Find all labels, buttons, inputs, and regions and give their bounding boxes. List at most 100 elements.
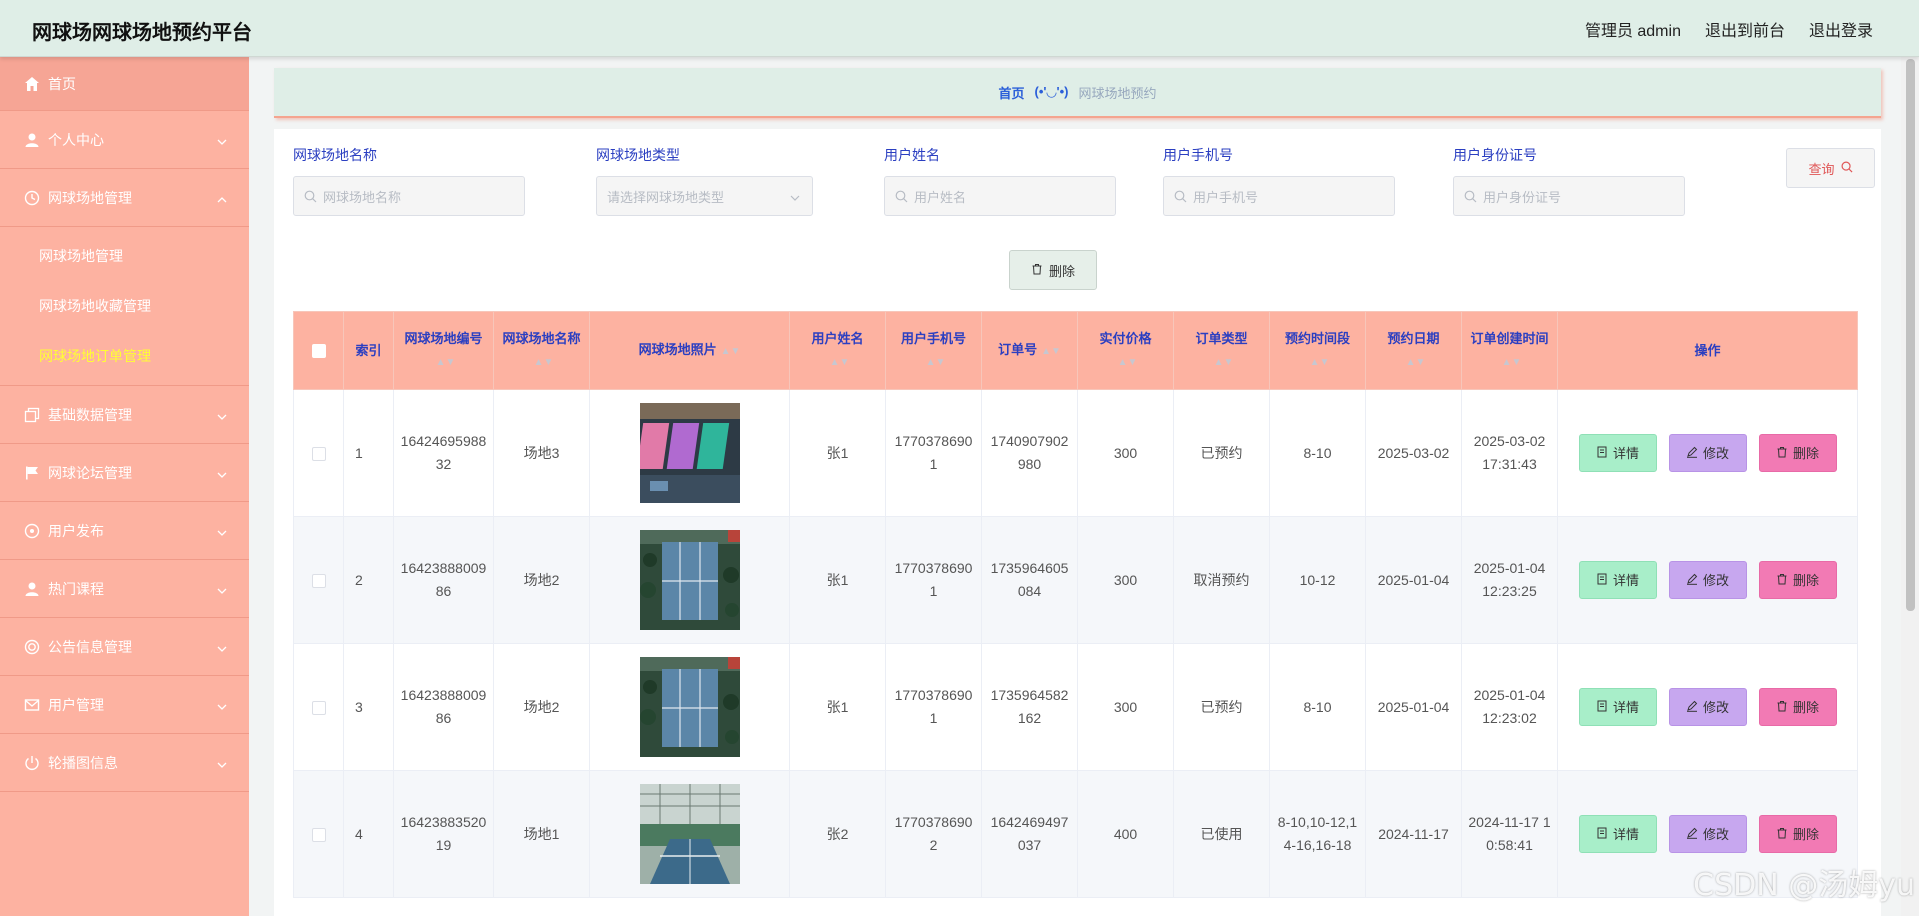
delete-button[interactable]: 删除 (1758, 815, 1837, 853)
scrollbar-thumb[interactable] (1906, 59, 1915, 611)
edit-button[interactable]: 修改 (1668, 688, 1747, 726)
sidebar-item-forum[interactable]: 网球论坛管理 (0, 444, 249, 502)
row-actions: 详情 修改 删除 (1564, 688, 1851, 726)
col-created[interactable]: 订单创建时间▲▼ (1461, 311, 1558, 390)
sidebar-subitem-orders[interactable]: 网球场地订单管理 (0, 331, 249, 381)
sort-icon[interactable]: ▲▼ (534, 352, 554, 374)
cell-order-no: 1740907902980 (981, 389, 1078, 517)
sort-icon[interactable]: ▲▼ (1310, 352, 1330, 374)
cell-court-no: 1642388800986 (393, 516, 494, 644)
cell-time-slot: 8-10 (1269, 389, 1366, 517)
row-checkbox[interactable] (311, 700, 326, 715)
logout-link[interactable]: 退出登录 (1809, 17, 1873, 41)
sort-icon[interactable]: ▲▼ (1041, 341, 1061, 363)
batch-delete-button[interactable]: 删除 (1009, 250, 1097, 290)
court-photo[interactable] (639, 784, 740, 884)
delete-button[interactable]: 删除 (1758, 561, 1837, 599)
query-button[interactable]: 查询 (1786, 148, 1875, 188)
detail-button[interactable]: 详情 (1578, 434, 1657, 472)
back-to-front-link[interactable]: 退出到前台 (1705, 17, 1785, 41)
cell-ops: 详情 修改 删除 (1557, 516, 1858, 644)
sidebar-item-label: 基础数据管理 (48, 406, 132, 423)
cell-court-no: 1642469598832 (393, 389, 494, 517)
sort-icon[interactable]: ▲▼ (721, 341, 741, 363)
col-user-phone[interactable]: 用户手机号 ▲▼ (885, 311, 982, 390)
sidebar-item-personal[interactable]: 个人中心 (0, 111, 249, 169)
cell-order-type: 已预约 (1173, 643, 1270, 771)
sort-icon[interactable]: ▲▼ (1118, 352, 1138, 374)
cell-photo (589, 643, 790, 771)
user-name-input[interactable]: 用户姓名 (884, 176, 1116, 216)
sidebar-item-carousel[interactable]: 轮播图信息 (0, 734, 249, 792)
page-scrollbar[interactable] (1901, 57, 1919, 916)
edit-button[interactable]: 修改 (1668, 815, 1747, 853)
delete-button[interactable]: 删除 (1758, 688, 1837, 726)
sidebar-item-home[interactable]: 首页 (0, 57, 249, 111)
cell-created: 2024-11-17 10:58:41 (1461, 770, 1558, 898)
delete-button[interactable]: 删除 (1758, 434, 1837, 472)
header-links: 管理员 admin 退出到前台 退出登录 (1585, 17, 1873, 41)
select-all-checkbox[interactable] (311, 344, 326, 359)
sidebar-item-court-mgmt[interactable]: 网球场地管理 (0, 169, 249, 227)
main-content: 首页 (•'◡'•) 网球场地预约 网球场地名称 网球场地名称 网球场地类型 请… (249, 57, 1901, 916)
user-id-input[interactable]: 用户身份证号 (1453, 176, 1685, 216)
sort-icon[interactable]: ▲▼ (1406, 352, 1426, 374)
edit-button[interactable]: 修改 (1668, 561, 1747, 599)
row-actions: 详情 修改 删除 (1564, 561, 1851, 599)
row-checkbox[interactable] (311, 827, 326, 842)
edit-button[interactable]: 修改 (1668, 434, 1747, 472)
sidebar-item-user-mgmt[interactable]: 用户管理 (0, 676, 249, 734)
sidebar-item-label: 公告信息管理 (48, 638, 132, 655)
sort-icon[interactable]: ▲▼ (926, 352, 946, 374)
user-phone-input[interactable]: 用户手机号 (1163, 176, 1395, 216)
court-name-input[interactable]: 网球场地名称 (293, 176, 525, 216)
breadcrumb-home[interactable]: 首页 (999, 83, 1025, 102)
mail-icon (24, 697, 40, 713)
sort-icon[interactable]: ▲▼ (830, 352, 850, 374)
detail-button[interactable]: 详情 (1578, 561, 1657, 599)
sort-icon[interactable]: ▲▼ (1214, 352, 1234, 374)
sidebar-subitem-favorites[interactable]: 网球场地收藏管理 (0, 281, 249, 331)
detail-button[interactable]: 详情 (1578, 815, 1657, 853)
flag-icon (24, 465, 40, 481)
cell-order-type: 已预约 (1173, 389, 1270, 517)
col-court-name[interactable]: 网球场地名称▲▼ (493, 311, 590, 390)
sort-icon[interactable]: ▲▼ (1502, 352, 1522, 374)
col-date[interactable]: 预约日期 ▲▼ (1365, 311, 1462, 390)
cell-date: 2025-01-04 (1365, 643, 1462, 771)
sidebar-item-user-post[interactable]: 用户发布 (0, 502, 249, 560)
col-user-name[interactable]: 用户姓名 ▲▼ (789, 311, 886, 390)
sidebar-subitem-court[interactable]: 网球场地管理 (0, 231, 249, 281)
input-placeholder: 用户姓名 (914, 189, 967, 205)
chevron-down-icon (217, 409, 227, 420)
court-type-select[interactable]: 请选择网球场地类型 (596, 176, 813, 216)
cell-user-phone: 17703786901 (885, 643, 982, 771)
col-time-slot[interactable]: 预约时间段 ▲▼ (1269, 311, 1366, 390)
court-photo[interactable] (639, 657, 740, 757)
breadcrumb: 首页 (•'◡'•) 网球场地预约 (274, 68, 1881, 118)
col-price[interactable]: 实付价格 ▲▼ (1077, 311, 1174, 390)
row-checkbox[interactable] (311, 573, 326, 588)
sidebar-item-label: 个人中心 (48, 131, 104, 148)
col-photo[interactable]: 网球场地照片 ▲▼ (589, 311, 790, 390)
court-photo[interactable] (639, 403, 740, 503)
court-photo[interactable] (639, 530, 740, 630)
sidebar: 首页 个人中心 网球场地管理 网球场地管理 网球场地收藏管理 网球场地订单管理 … (0, 57, 249, 916)
chevron-down-icon (217, 641, 227, 652)
col-order-type[interactable]: 订单类型 ▲▼ (1173, 311, 1270, 390)
sidebar-item-courses[interactable]: 热门课程 (0, 560, 249, 618)
detail-label: 详情 (1612, 445, 1639, 461)
filter-label: 网球场地名称 (293, 147, 377, 163)
sidebar-item-basic-data[interactable]: 基础数据管理 (0, 386, 249, 444)
chevron-up-icon (217, 192, 227, 202)
row-checkbox[interactable] (311, 446, 326, 461)
cell-photo (589, 389, 790, 517)
detail-button[interactable]: 详情 (1578, 688, 1657, 726)
col-order-no[interactable]: 订单号 ▲▼ (981, 311, 1078, 390)
sidebar-item-notice[interactable]: 公告信息管理 (0, 618, 249, 676)
sort-icon[interactable]: ▲▼ (436, 352, 456, 374)
table-row: 1 1642469598832 场地3 张1 17703786901 1740907902… (293, 389, 1858, 517)
cell-court-name: 场地2 (493, 516, 590, 644)
col-court-no[interactable]: 网球场地编号▲▼ (393, 311, 494, 390)
cell-price: 300 (1077, 643, 1174, 771)
